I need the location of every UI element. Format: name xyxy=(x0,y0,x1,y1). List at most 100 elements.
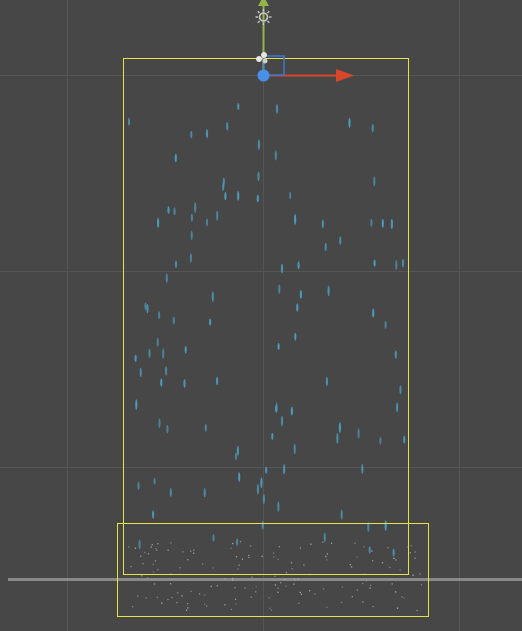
rain-drop xyxy=(137,481,140,490)
splash-particle xyxy=(409,552,411,554)
rain-drop xyxy=(278,284,281,295)
splash-particle xyxy=(350,566,353,568)
rain-drop xyxy=(184,346,187,354)
rain-drop xyxy=(189,253,192,263)
splash-particle xyxy=(182,551,184,553)
splash-particle xyxy=(206,605,208,607)
rain-drop xyxy=(401,258,405,268)
splash-particle xyxy=(401,596,403,598)
splash-particle xyxy=(171,596,173,599)
splash-particle xyxy=(187,603,189,605)
splash-particle xyxy=(157,569,159,571)
splash-particle xyxy=(326,606,328,608)
rain-drop xyxy=(236,445,239,456)
splash-particle xyxy=(356,589,358,591)
splash-particle xyxy=(389,566,391,569)
splash-particle xyxy=(179,567,181,569)
splash-particle xyxy=(326,553,329,555)
splash-particle xyxy=(181,595,183,597)
rain-drop xyxy=(348,117,351,128)
rain-drop xyxy=(262,493,265,505)
rain-drop xyxy=(275,104,279,114)
splash-particle xyxy=(349,564,351,566)
splash-particle xyxy=(310,543,312,545)
rain-drop xyxy=(260,477,263,489)
splash-particle xyxy=(239,541,242,543)
splash-particle xyxy=(210,585,212,588)
splash-particle xyxy=(322,588,325,590)
splash-particle xyxy=(391,583,393,585)
rain-drop xyxy=(338,422,341,434)
splash-particle xyxy=(250,596,252,598)
rain-drop xyxy=(323,532,326,543)
splash-particle xyxy=(235,603,237,605)
splash-particle xyxy=(198,593,201,595)
splash-particle xyxy=(212,567,214,569)
splash-particle xyxy=(144,551,146,554)
splash-particle xyxy=(393,557,395,559)
scene-view[interactable] xyxy=(0,0,522,631)
splash-particle xyxy=(387,547,389,549)
splash-particle xyxy=(274,584,277,586)
splash-particle xyxy=(231,577,234,580)
splash-particle xyxy=(363,546,365,548)
rain-drop xyxy=(392,548,395,557)
splash-particle xyxy=(157,543,159,545)
splash-particle xyxy=(416,609,418,612)
rain-drop xyxy=(134,354,137,362)
scene-background xyxy=(0,0,522,631)
splash-particle xyxy=(134,547,137,549)
splash-particle xyxy=(230,547,232,549)
rain-drop xyxy=(190,230,193,241)
splash-particle xyxy=(187,559,189,561)
rain-drop xyxy=(296,303,299,312)
splash-particle xyxy=(372,605,374,608)
splash-particle xyxy=(255,591,257,593)
splash-particle xyxy=(154,560,157,562)
splash-particle xyxy=(326,559,328,561)
splash-particle xyxy=(414,551,416,553)
rain-drop xyxy=(160,378,163,387)
splash-particle xyxy=(269,607,271,609)
splash-particle xyxy=(341,586,344,588)
splash-particle xyxy=(170,542,172,544)
splash-particle xyxy=(270,609,273,611)
rain-drop xyxy=(403,435,406,444)
splash-particle xyxy=(202,563,204,565)
splash-particle xyxy=(176,601,178,604)
splash-particle xyxy=(277,558,279,561)
splash-particle xyxy=(371,550,373,552)
splash-particle xyxy=(150,546,152,548)
splash-particle xyxy=(248,556,250,559)
rain-drop xyxy=(212,534,215,542)
splash-particle xyxy=(140,555,142,557)
rain-drop xyxy=(394,350,397,359)
rain-drop xyxy=(204,424,207,432)
rain-drop xyxy=(324,242,327,252)
splash-particle xyxy=(399,569,401,571)
rain-drop xyxy=(135,399,138,410)
splash-particle xyxy=(137,595,139,597)
splash-particle xyxy=(185,609,188,611)
rain-drop xyxy=(158,418,161,429)
splash-particle xyxy=(280,582,282,584)
splash-particle xyxy=(170,583,172,585)
splash-particle xyxy=(193,552,195,554)
splash-particle xyxy=(161,602,163,604)
splash-particle xyxy=(366,580,368,582)
rain-drop xyxy=(172,316,175,325)
splash-particle xyxy=(395,591,397,593)
rain-drop xyxy=(174,153,177,163)
splash-particle xyxy=(255,585,257,588)
rain-drop xyxy=(148,348,151,359)
splash-particle xyxy=(216,585,218,587)
rain-drop xyxy=(370,218,373,227)
rain-drop xyxy=(211,291,214,303)
rain-drop xyxy=(340,509,343,520)
rain-drop xyxy=(357,428,360,439)
rain-drop xyxy=(280,263,284,274)
rain-drop xyxy=(399,385,402,395)
rain-drop xyxy=(157,217,160,228)
splash-particle xyxy=(362,582,364,585)
pivot-handle[interactable] xyxy=(257,69,270,82)
